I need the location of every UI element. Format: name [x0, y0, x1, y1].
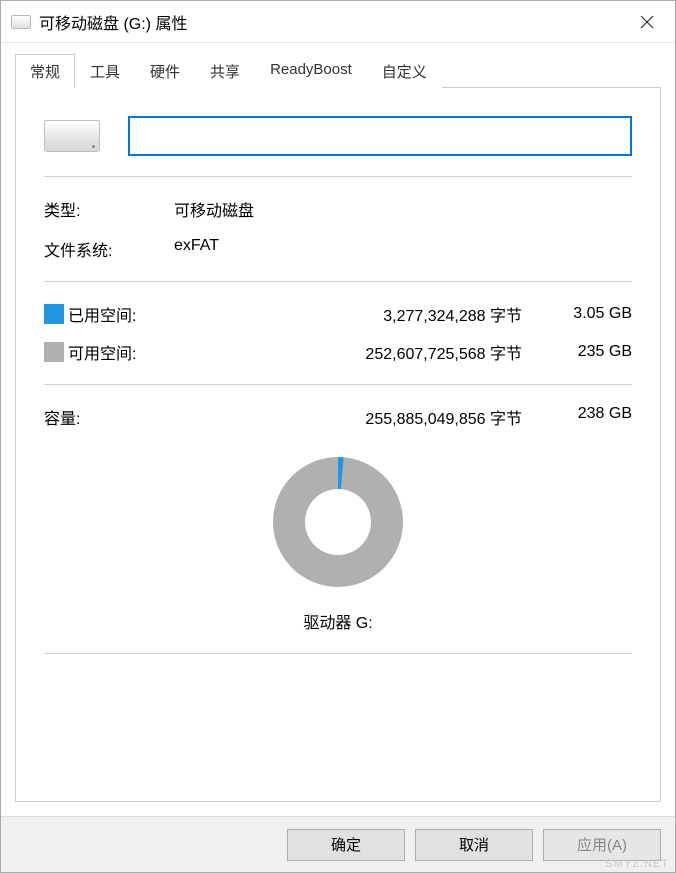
cancel-button[interactable]: 取消 [415, 829, 533, 861]
filesystem-label: 文件系统: [44, 237, 174, 261]
titlebar: 可移动磁盘 (G:) 属性 [1, 1, 675, 43]
close-button[interactable] [623, 2, 671, 42]
drive-icon [11, 15, 31, 29]
window-title: 可移动磁盘 (G:) 属性 [39, 10, 623, 34]
capacity-label: 容量: [44, 405, 178, 429]
basic-info: 类型: 可移动磁盘 文件系统: exFAT [44, 197, 632, 261]
space-info: 已用空间: 3,277,324,288 字节 3.05 GB 可用空间: 252… [44, 302, 632, 364]
tab-panel-general: 类型: 可移动磁盘 文件系统: exFAT 已用空间: 3,277,324,28… [15, 87, 661, 802]
drive-name-input[interactable] [128, 116, 632, 156]
window-body: 常规 工具 硬件 共享 ReadyBoost 自定义 类型: 可移动磁盘 文件系… [1, 43, 675, 816]
divider [44, 176, 632, 177]
drive-header-row [44, 116, 632, 156]
capacity-bytes: 255,885,049,856 字节 [178, 405, 542, 429]
tab-hardware[interactable]: 硬件 [135, 54, 195, 88]
used-bytes: 3,277,324,288 字节 [178, 302, 542, 326]
properties-window: 可移动磁盘 (G:) 属性 常规 工具 硬件 共享 ReadyBoost 自定义… [0, 0, 676, 873]
tab-custom[interactable]: 自定义 [367, 54, 442, 88]
usage-pie-chart [273, 457, 403, 587]
tab-readyboost[interactable]: ReadyBoost [255, 54, 367, 88]
free-bytes: 252,607,725,568 字节 [178, 340, 542, 364]
tab-general[interactable]: 常规 [15, 54, 75, 88]
used-swatch-icon [44, 304, 64, 324]
filesystem-value: exFAT [174, 237, 632, 261]
type-value: 可移动磁盘 [174, 197, 632, 221]
tabstrip: 常规 工具 硬件 共享 ReadyBoost 自定义 [15, 54, 661, 88]
footer: 确定 取消 应用(A) [1, 816, 675, 872]
usage-chart-wrap: 驱动器 G: [44, 457, 632, 633]
used-gb: 3.05 GB [542, 305, 632, 323]
drive-icon [44, 120, 100, 152]
tab-sharing[interactable]: 共享 [195, 54, 255, 88]
drive-identifier: 驱动器 G: [303, 609, 372, 633]
free-swatch-icon [44, 342, 64, 362]
free-label: 可用空间: [68, 340, 178, 364]
divider [44, 281, 632, 282]
capacity-info: 容量: 255,885,049,856 字节 238 GB [44, 405, 632, 429]
divider [44, 653, 632, 654]
used-label: 已用空间: [68, 302, 178, 326]
close-icon [640, 15, 654, 29]
free-gb: 235 GB [542, 343, 632, 361]
type-label: 类型: [44, 197, 174, 221]
divider [44, 384, 632, 385]
capacity-gb: 238 GB [542, 405, 632, 429]
ok-button[interactable]: 确定 [287, 829, 405, 861]
apply-button[interactable]: 应用(A) [543, 829, 661, 861]
tab-tools[interactable]: 工具 [75, 54, 135, 88]
